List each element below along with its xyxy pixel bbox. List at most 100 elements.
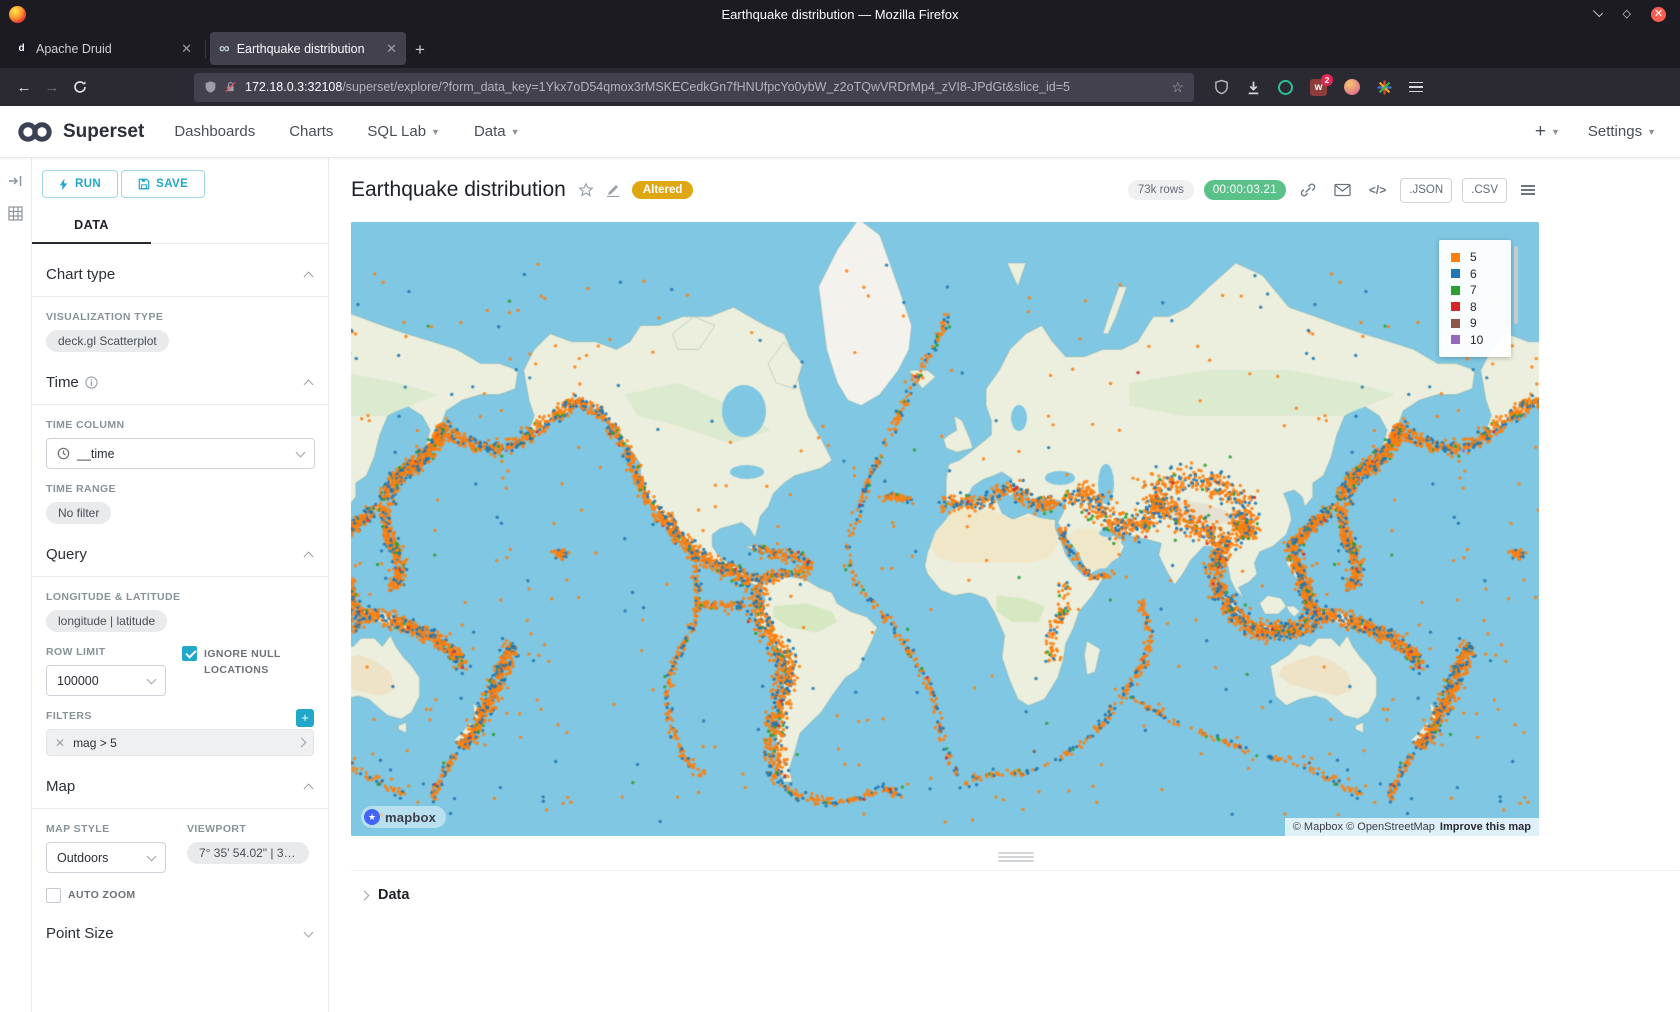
export-json-button[interactable]: .JSON (1400, 178, 1452, 203)
chevron-down-icon: ▼ (511, 127, 520, 137)
ignore-null-checkbox-row[interactable]: IGNORE NULL LOCATIONS (182, 646, 318, 679)
nav-item-sql-lab[interactable]: SQL Lab▼ (367, 123, 440, 140)
nav-item-data[interactable]: Data▼ (474, 123, 520, 140)
mapbox-logo[interactable]: ★ mapbox (361, 806, 446, 828)
legend-item[interactable]: 6 (1451, 266, 1503, 283)
viz-type-pill[interactable]: deck.gl Scatterplot (46, 330, 169, 352)
chevron-down-icon: ▼ (431, 127, 440, 137)
altered-badge[interactable]: Altered (632, 181, 694, 199)
legend-item[interactable]: 8 (1451, 299, 1503, 316)
map-canvas[interactable] (351, 222, 1539, 836)
reload-button[interactable] (66, 73, 94, 101)
remove-filter-icon[interactable]: ✕ (55, 736, 65, 750)
save-icon (138, 178, 150, 190)
legend-swatch (1451, 335, 1460, 344)
lonlat-pill[interactable]: longitude | latitude (46, 610, 167, 632)
legend-item[interactable]: 10 (1451, 332, 1503, 349)
section-chart-type[interactable]: Chart type (32, 244, 328, 296)
add-filter-button[interactable]: + (296, 709, 314, 727)
legend-item[interactable]: 7 (1451, 282, 1503, 299)
run-button[interactable]: RUN (42, 170, 118, 198)
tab-close-icon[interactable]: ✕ (181, 41, 192, 57)
save-button[interactable]: SAVE (121, 170, 205, 198)
time-range-pill[interactable]: No filter (46, 502, 111, 524)
new-tab-button[interactable]: + (407, 40, 435, 68)
main-nav: Dashboards Charts SQL Lab▼ Data▼ (174, 123, 519, 140)
chevron-down-icon (147, 852, 157, 862)
forward-button[interactable]: → (38, 73, 66, 101)
tab-data[interactable]: DATA (32, 212, 151, 244)
extension-green-icon[interactable] (1278, 80, 1293, 95)
map-attribution: © Mapbox © OpenStreetMap Improve this ma… (1285, 818, 1539, 836)
edit-icon[interactable] (606, 183, 620, 197)
viewport-pill[interactable]: 7° 35' 54.02" | 31... (187, 842, 309, 864)
legend-item[interactable]: 9 (1451, 315, 1503, 332)
lonlat-label: LONGITUDE & LATITUDE (46, 591, 314, 603)
tab-earthquake-distribution[interactable]: ∞ Earthquake distribution ✕ (210, 32, 406, 65)
window-titlebar: Earthquake distribution — Mozilla Firefo… (0, 0, 1680, 28)
section-point-size[interactable]: Point Size (32, 903, 328, 955)
auto-zoom-checkbox[interactable] (46, 888, 61, 903)
clock-icon (57, 447, 70, 460)
shield-icon[interactable] (1214, 79, 1229, 95)
chevron-down-icon (147, 675, 157, 685)
tab-apache-druid[interactable]: d Apache Druid ✕ (5, 32, 201, 65)
resize-handle[interactable] (998, 852, 1034, 862)
settings-menu[interactable]: Settings▼ (1588, 123, 1656, 140)
divider (32, 296, 328, 297)
time-column-label: TIME COLUMN (46, 419, 314, 431)
favorite-star-icon[interactable] (578, 182, 594, 198)
section-map[interactable]: Map (32, 756, 328, 808)
maximize-button[interactable]: ◇ (1623, 9, 1631, 20)
map-style-label: MAP STYLE (46, 823, 168, 835)
close-button[interactable]: ✕ (1651, 7, 1666, 22)
data-section-toggle[interactable]: Data (361, 887, 1680, 903)
chevron-down-icon: ▼ (1647, 127, 1656, 137)
chevron-up-icon (304, 380, 314, 390)
section-time[interactable]: Time (32, 352, 328, 404)
chevron-up-icon (304, 272, 314, 282)
superset-favicon-icon: ∞ (219, 42, 230, 56)
share-link-icon[interactable] (1296, 177, 1320, 203)
lightning-icon (59, 178, 69, 191)
export-csv-button[interactable]: .CSV (1462, 178, 1507, 203)
brand-name: Superset (63, 121, 144, 143)
extension-icon[interactable]: w2 (1310, 79, 1327, 96)
collapse-panel-icon[interactable] (8, 174, 23, 188)
url-bar[interactable]: 172.18.0.3:32108/superset/explore/?form_… (194, 73, 1194, 102)
url-text[interactable]: 172.18.0.3:32108/superset/explore/?form_… (245, 80, 1070, 94)
nav-item-dashboards[interactable]: Dashboards (174, 123, 255, 140)
dataset-grid-icon[interactable] (8, 206, 23, 221)
legend-scrollbar[interactable] (1514, 246, 1518, 324)
row-limit-label: ROW LIMIT (46, 646, 168, 658)
auto-zoom-checkbox-row[interactable]: AUTO ZOOM (46, 887, 172, 903)
tab-close-icon[interactable]: ✕ (386, 41, 397, 57)
panel-tabs: DATA (32, 212, 328, 244)
section-query[interactable]: Query (32, 524, 328, 576)
download-icon[interactable] (1246, 80, 1261, 95)
menu-icon[interactable] (1409, 82, 1423, 93)
chart-menu-icon[interactable] (1517, 177, 1539, 203)
row-limit-select[interactable]: 100000 (46, 665, 166, 696)
time-range-label: TIME RANGE (46, 483, 314, 495)
add-new-button[interactable]: +▼ (1535, 121, 1560, 143)
druid-favicon-icon: d (14, 41, 29, 56)
extension-colorful-icon[interactable] (1377, 80, 1392, 95)
minimize-button[interactable] (1592, 7, 1602, 17)
filter-pill[interactable]: ✕ mag > 5 (46, 729, 314, 756)
map-style-select[interactable]: Outdoors (46, 842, 166, 873)
email-icon[interactable] (1330, 177, 1355, 203)
info-icon (85, 376, 98, 389)
ignore-null-checkbox[interactable] (182, 646, 197, 661)
time-column-select[interactable]: __time (46, 438, 315, 469)
firefox-icon (9, 6, 26, 23)
tracking-shield-icon (204, 80, 217, 94)
improve-map-link[interactable]: Improve this map (1440, 821, 1531, 833)
profile-avatar[interactable] (1344, 79, 1360, 95)
legend-item[interactable]: 5 (1451, 249, 1503, 266)
bookmark-star-icon[interactable]: ☆ (1163, 79, 1184, 96)
superset-logo[interactable]: Superset (16, 120, 144, 144)
back-button[interactable]: ← (10, 73, 38, 101)
nav-item-charts[interactable]: Charts (289, 123, 333, 140)
embed-code-icon[interactable]: </> (1365, 177, 1390, 203)
